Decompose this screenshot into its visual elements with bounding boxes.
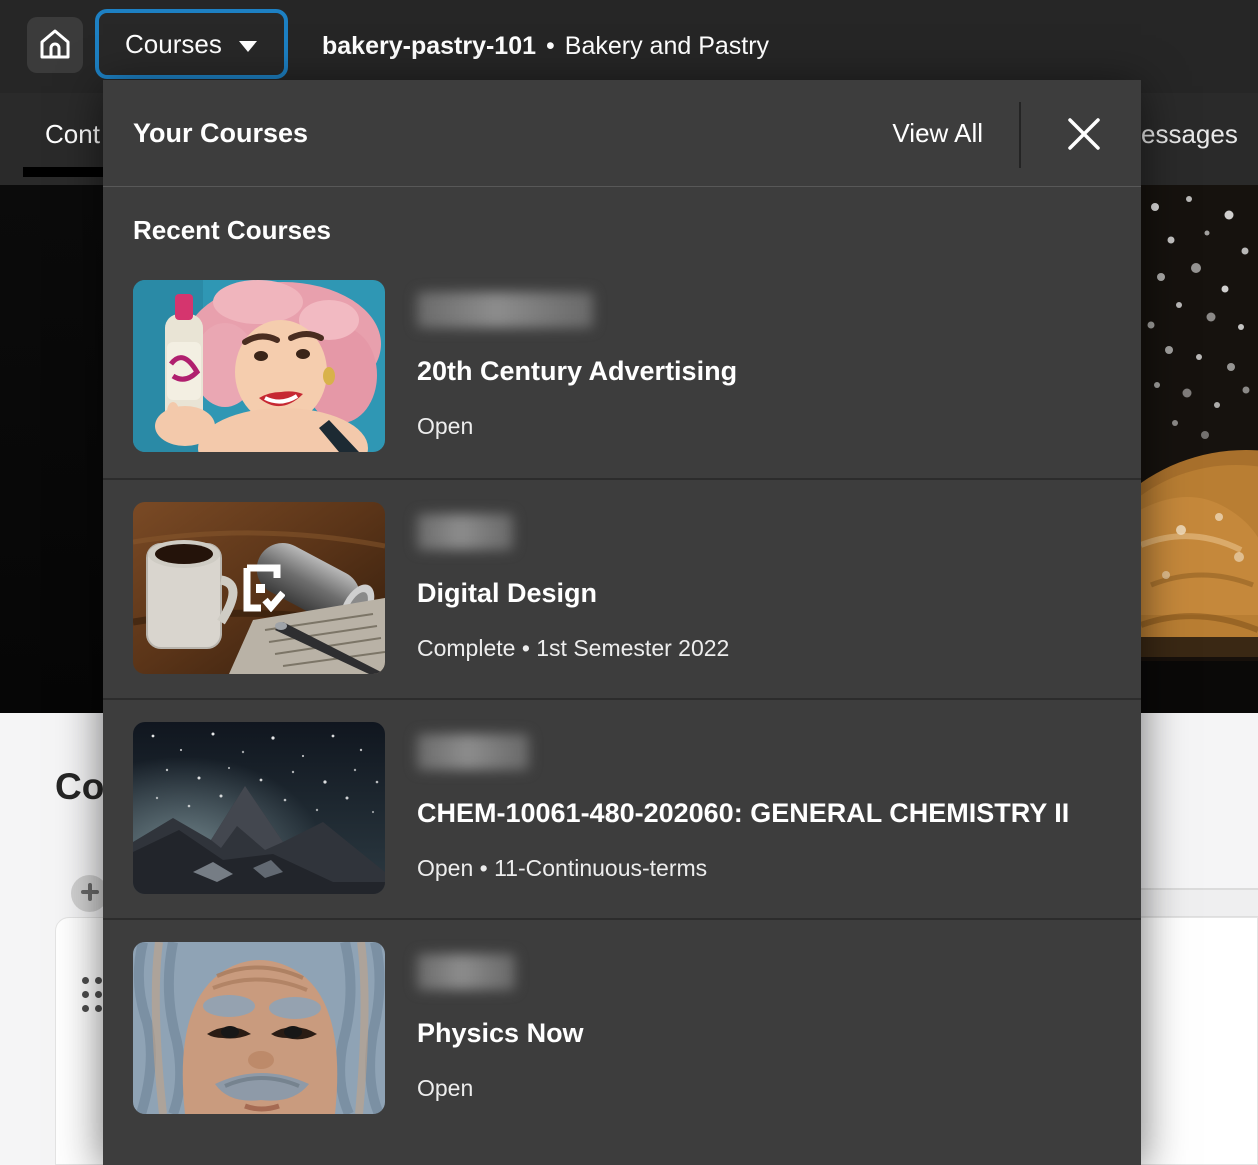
blurred-course-id bbox=[417, 954, 515, 990]
course-status: Open • 11-Continuous-terms bbox=[417, 855, 1069, 882]
breadcrumb-course-code: bakery-pastry-101 bbox=[322, 32, 536, 61]
course-row-20th-century-advertising[interactable]: 20th Century Advertising Open bbox=[103, 258, 1141, 478]
blurred-course-id bbox=[417, 514, 513, 550]
panel-title: Your Courses bbox=[133, 80, 308, 187]
courses-menu-label: Courses bbox=[125, 29, 222, 60]
view-all-link[interactable]: View All bbox=[892, 80, 983, 187]
course-info: CHEM-10061-480-202060: GENERAL CHEMISTRY… bbox=[417, 722, 1069, 918]
content-section-heading: Co bbox=[55, 766, 104, 808]
recent-courses-list: 20th Century Advertising Open bbox=[103, 258, 1141, 1138]
active-tab-indicator bbox=[23, 167, 108, 177]
course-row-digital-design[interactable]: Digital Design Complete • 1st Semester 2… bbox=[103, 478, 1141, 698]
course-title: Digital Design bbox=[417, 578, 729, 609]
course-image-night-mountains bbox=[133, 722, 385, 894]
breadcrumb-separator: • bbox=[546, 32, 555, 61]
blurred-course-id bbox=[417, 292, 593, 328]
tab-content[interactable]: Cont bbox=[45, 93, 100, 176]
courses-menu-button[interactable]: Courses bbox=[95, 9, 288, 79]
your-courses-panel: Your Courses View All Recent Courses bbox=[103, 80, 1141, 1165]
course-info: Physics Now Open bbox=[417, 942, 584, 1138]
clipboard-check-icon bbox=[243, 564, 285, 612]
course-info: Digital Design Complete • 1st Semester 2… bbox=[417, 502, 729, 698]
content-subheader-strip bbox=[1141, 890, 1258, 917]
home-icon bbox=[38, 27, 72, 64]
course-status: Open bbox=[417, 413, 737, 440]
course-info: 20th Century Advertising Open bbox=[417, 280, 737, 478]
course-title: CHEM-10061-480-202060: GENERAL CHEMISTRY… bbox=[417, 798, 1069, 829]
close-panel-button[interactable] bbox=[1055, 106, 1113, 164]
course-status: Complete • 1st Semester 2022 bbox=[417, 635, 729, 662]
course-title: Physics Now bbox=[417, 1018, 584, 1049]
close-icon bbox=[1064, 114, 1104, 157]
home-button[interactable] bbox=[27, 17, 83, 73]
course-image-einstein-figurine bbox=[133, 942, 385, 1114]
course-row-physics-now[interactable]: Physics Now Open bbox=[103, 918, 1141, 1138]
header-divider bbox=[1019, 102, 1021, 168]
course-image-retro-advertising bbox=[133, 280, 385, 452]
drag-handle-icon[interactable] bbox=[79, 973, 105, 1015]
chevron-down-icon bbox=[238, 29, 258, 60]
plus-icon bbox=[81, 883, 99, 904]
tab-messages[interactable]: essages bbox=[1141, 93, 1258, 176]
breadcrumb-course-name: Bakery and Pastry bbox=[565, 32, 769, 61]
course-status: Open bbox=[417, 1075, 584, 1102]
course-title: 20th Century Advertising bbox=[417, 356, 737, 387]
recent-courses-heading: Recent Courses bbox=[133, 215, 1141, 246]
app-window: Courses bakery-pastry-101 • Bakery and P… bbox=[0, 0, 1258, 1165]
pastry-banner-image bbox=[1141, 185, 1258, 713]
panel-header: Your Courses View All bbox=[103, 80, 1141, 187]
blurred-course-id bbox=[417, 734, 529, 770]
course-image-coffee-notebook bbox=[133, 502, 385, 674]
course-row-general-chemistry[interactable]: CHEM-10061-480-202060: GENERAL CHEMISTRY… bbox=[103, 698, 1141, 918]
